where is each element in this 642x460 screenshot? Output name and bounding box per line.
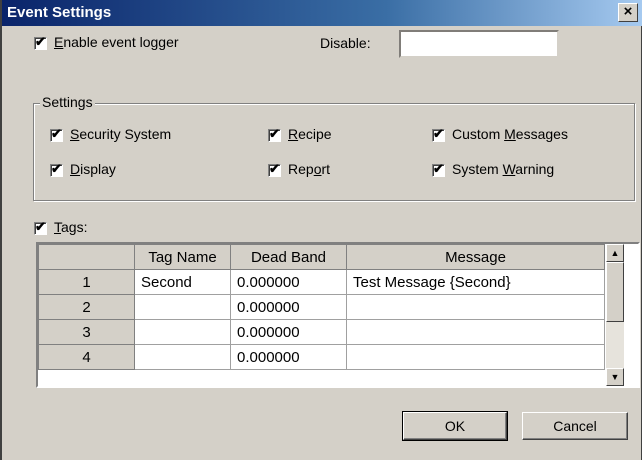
event-settings-dialog: Event Settings × ✔ Enable event logger D… bbox=[0, 0, 642, 460]
close-icon: × bbox=[623, 3, 633, 20]
report-checkbox[interactable]: ✔ bbox=[268, 161, 281, 177]
check-icon: ✔ bbox=[433, 126, 444, 141]
tag-name-cell[interactable] bbox=[134, 294, 231, 320]
check-icon: ✔ bbox=[51, 161, 62, 176]
report-label[interactable]: Report bbox=[288, 161, 330, 177]
settings-group-label: Settings bbox=[40, 94, 95, 110]
ok-button[interactable]: OK bbox=[402, 411, 508, 441]
dead-band-cell[interactable]: 0.000000 bbox=[230, 294, 347, 320]
dead-band-cell[interactable]: 0.000000 bbox=[230, 269, 347, 295]
dead-band-cell[interactable]: 0.000000 bbox=[230, 319, 347, 345]
system-warning-label[interactable]: System Warning bbox=[452, 161, 554, 177]
scroll-down-icon: ▼ bbox=[610, 372, 620, 382]
recipe-label[interactable]: Recipe bbox=[288, 126, 332, 142]
tags-table: Tag Name Dead Band Message 1 Second 0.00… bbox=[38, 244, 605, 370]
security-system-label[interactable]: Security System bbox=[70, 126, 171, 142]
tag-name-cell[interactable]: Second bbox=[134, 269, 231, 295]
check-icon: ✔ bbox=[269, 161, 280, 176]
row-number[interactable]: 3 bbox=[38, 319, 135, 345]
column-header-message[interactable]: Message bbox=[346, 244, 605, 270]
enable-logger-checkbox[interactable]: ✔ bbox=[34, 34, 47, 50]
check-icon: ✔ bbox=[51, 126, 62, 141]
table-row: 1 Second 0.000000 Test Message {Second} bbox=[38, 269, 605, 295]
tags-label[interactable]: Tags: bbox=[54, 219, 87, 235]
message-cell[interactable] bbox=[346, 319, 605, 345]
disable-input[interactable] bbox=[399, 30, 559, 58]
tag-name-cell[interactable] bbox=[134, 319, 231, 345]
tags-checkbox[interactable]: ✔ bbox=[34, 219, 47, 235]
message-cell[interactable] bbox=[346, 294, 605, 320]
message-cell[interactable] bbox=[346, 344, 605, 370]
row-header-corner bbox=[38, 244, 135, 270]
settings-group bbox=[33, 103, 635, 201]
message-cell[interactable]: Test Message {Second} bbox=[346, 269, 605, 295]
scroll-up-button[interactable]: ▲ bbox=[606, 244, 624, 262]
custom-messages-label[interactable]: Custom Messages bbox=[452, 126, 568, 142]
system-warning-checkbox[interactable]: ✔ bbox=[432, 161, 445, 177]
check-icon: ✔ bbox=[433, 161, 444, 176]
close-button[interactable]: × bbox=[618, 3, 638, 22]
scroll-down-button[interactable]: ▼ bbox=[606, 368, 624, 386]
tag-name-cell[interactable] bbox=[134, 344, 231, 370]
check-icon: ✔ bbox=[35, 34, 46, 49]
check-icon: ✔ bbox=[269, 126, 280, 141]
security-system-checkbox[interactable]: ✔ bbox=[50, 126, 63, 142]
disable-label: Disable: bbox=[320, 35, 371, 51]
scroll-thumb[interactable] bbox=[606, 262, 624, 322]
table-row: 2 0.000000 bbox=[38, 294, 605, 320]
column-header-tag-name[interactable]: Tag Name bbox=[134, 244, 231, 270]
row-number[interactable]: 4 bbox=[38, 344, 135, 370]
recipe-checkbox[interactable]: ✔ bbox=[268, 126, 281, 142]
display-label[interactable]: Display bbox=[70, 161, 116, 177]
vertical-scrollbar[interactable]: ▲ ▼ bbox=[606, 244, 624, 386]
table-row: 3 0.000000 bbox=[38, 319, 605, 345]
table-row: 4 0.000000 bbox=[38, 344, 605, 370]
window-title: Event Settings bbox=[7, 4, 112, 21]
custom-messages-checkbox[interactable]: ✔ bbox=[432, 126, 445, 142]
row-number[interactable]: 2 bbox=[38, 294, 135, 320]
tags-grid[interactable]: Tag Name Dead Band Message 1 Second 0.00… bbox=[36, 242, 640, 388]
column-header-dead-band[interactable]: Dead Band bbox=[230, 244, 347, 270]
title-bar[interactable]: Event Settings × bbox=[2, 0, 642, 26]
cancel-button[interactable]: Cancel bbox=[522, 412, 628, 440]
scroll-up-icon: ▲ bbox=[610, 248, 620, 258]
enable-logger-label[interactable]: Enable event logger bbox=[54, 34, 179, 50]
check-icon: ✔ bbox=[35, 219, 46, 234]
row-number[interactable]: 1 bbox=[38, 269, 135, 295]
dead-band-cell[interactable]: 0.000000 bbox=[230, 344, 347, 370]
display-checkbox[interactable]: ✔ bbox=[50, 161, 63, 177]
